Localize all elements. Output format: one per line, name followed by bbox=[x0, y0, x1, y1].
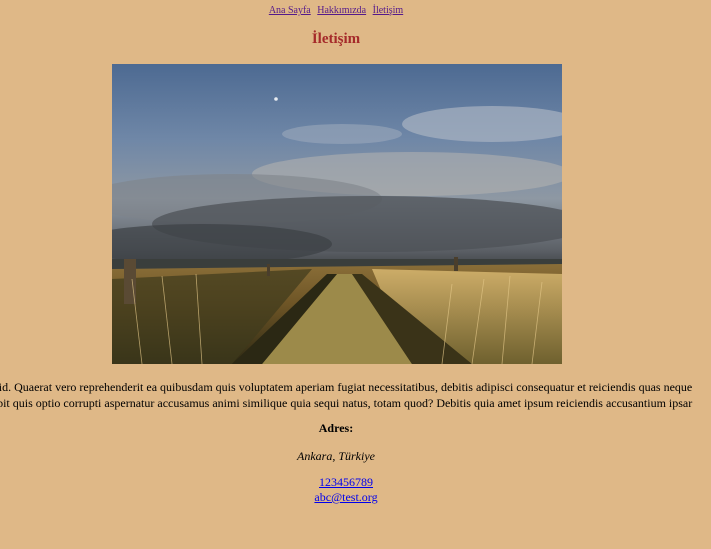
nav-link-about[interactable]: Hakkımızda bbox=[317, 5, 366, 16]
page-title: İletişim bbox=[311, 31, 361, 47]
contact-links: 123456789 abc@test.org bbox=[0, 475, 692, 505]
nav-link-contact[interactable]: İletişim bbox=[373, 5, 404, 16]
description-paragraph: ctio id. Quaerat vero reprehenderit ea q… bbox=[0, 379, 711, 411]
address-label: Adres: bbox=[318, 421, 354, 435]
landscape-photo bbox=[112, 64, 562, 364]
email-link[interactable]: abc@test.org bbox=[314, 490, 377, 504]
nav-link-home[interactable]: Ana Sayfa bbox=[269, 5, 311, 16]
top-nav: Ana Sayfa Hakkımızda İletişim bbox=[0, 5, 672, 16]
address-value: Ankara, Türkiye bbox=[297, 449, 375, 463]
phone-link[interactable]: 123456789 bbox=[319, 475, 373, 489]
paragraph-line: uscipit quis optio corrupti aspernatur a… bbox=[0, 396, 693, 410]
page: Ana Sayfa Hakkımızda İletişim İletişim c… bbox=[0, 0, 711, 549]
paragraph-line: ctio id. Quaerat vero reprehenderit ea q… bbox=[0, 380, 693, 394]
